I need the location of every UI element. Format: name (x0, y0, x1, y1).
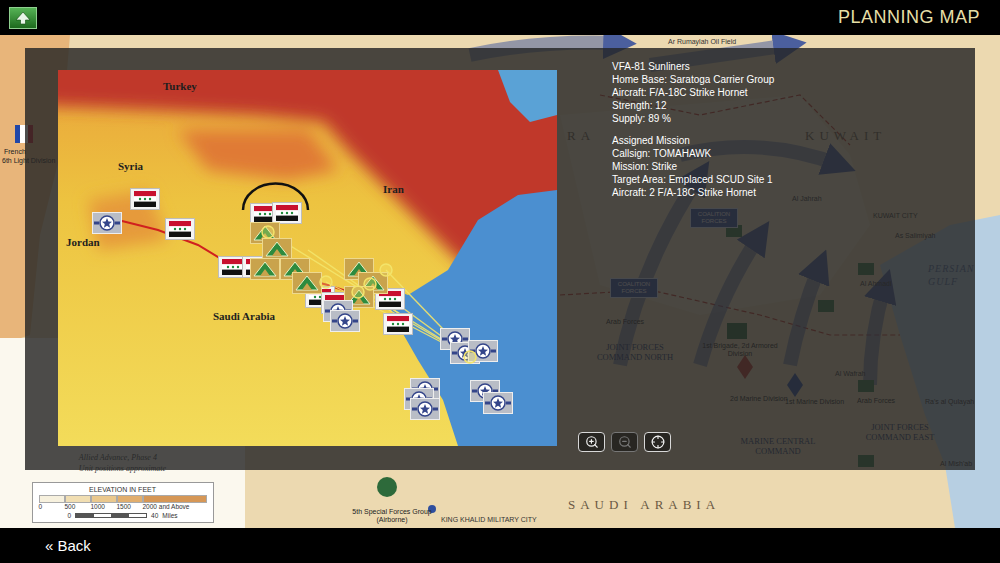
navy-unit-counter[interactable] (330, 310, 360, 332)
elevation-step-label: 0 (39, 503, 65, 510)
navy-unit-counter[interactable] (92, 212, 122, 234)
zoom-out-button[interactable] (611, 432, 638, 452)
elevation-step-label: 500 (65, 503, 91, 510)
mission-info-line: Mission: Strike (612, 160, 975, 173)
scale-tick: 40 (151, 512, 158, 519)
campaign-map[interactable]: French6th Light DivisionAr Rumaylah Oil … (0, 35, 1000, 528)
mission-info: Assigned MissionCallsign: TOMAHAWKMissio… (612, 134, 975, 199)
planning-map-screen: PLANNING MAP French6th Light DivisionAr R… (0, 0, 1000, 563)
unit-info-line: Strength: 12 (612, 99, 975, 112)
country-label: Saudi Arabia (213, 310, 275, 322)
elevation-swatch (91, 495, 117, 503)
target-marker-icon (364, 278, 376, 290)
screen-title: PLANNING MAP (838, 7, 980, 28)
unit-info-line: VFA-81 Sunliners (612, 60, 975, 73)
elevation-swatch (39, 495, 65, 503)
target-marker-icon (380, 264, 392, 276)
up-arrow-icon (15, 11, 31, 25)
zoom-in-icon (585, 435, 599, 449)
planning-panel: Turkey Syria Iran Jordan Saudi Arabia VFA-81 … (25, 48, 975, 470)
home-button[interactable] (9, 7, 37, 29)
zoom-out-icon (618, 435, 632, 449)
map-label-town: KING KHALID MILITARY CITY (441, 516, 537, 523)
elevation-step-label: 1500 (117, 503, 143, 510)
back-button[interactable]: « Back (45, 535, 91, 556)
top-bar: PLANNING MAP (0, 0, 1000, 35)
armor-unit-counter[interactable] (262, 238, 292, 260)
info-side-panel: VFA-81 SunlinersHome Base: Saratoga Carr… (557, 60, 975, 452)
zoom-controls (578, 432, 975, 452)
unit-info-line: Home Base: Saratoga Carrier Group (612, 73, 975, 86)
target-marker-icon (352, 286, 364, 298)
scale-unit: Miles (162, 512, 177, 519)
country-label: Iran (383, 183, 404, 195)
elevation-title: ELEVATION IN FEET (89, 486, 156, 493)
navy-unit-counter[interactable] (410, 398, 440, 420)
bottom-bar: « Back (0, 528, 1000, 563)
navy-unit-counter[interactable] (483, 392, 513, 414)
armor-unit-counter[interactable] (250, 258, 280, 280)
iraqi-unit-counter[interactable] (130, 188, 160, 210)
target-marker-icon (320, 276, 332, 288)
country-label: Jordan (66, 236, 100, 248)
scale-bar (75, 513, 147, 518)
map-label-unit: French (4, 148, 26, 156)
target-markers (58, 70, 557, 446)
elevation-key: ELEVATION IN FEET0500100015002000 and Ab… (32, 482, 214, 523)
country-label: Turkey (163, 80, 197, 92)
iraqi-unit-counter[interactable] (165, 218, 195, 240)
iraqi-unit-counter[interactable] (383, 313, 413, 335)
elevation-step-label: 2000 and Above (143, 503, 207, 510)
unit-info-line: Aircraft: F/A-18C Strike Hornet (612, 86, 975, 99)
zoom-in-button[interactable] (578, 432, 605, 452)
scale-bar-row: 0 40 Miles (67, 512, 177, 519)
map-label-country: SAUDI ARABIA (568, 497, 720, 513)
map-label-town: Ar Rumaylah Oil Field (668, 38, 736, 45)
mission-info-line: Callsign: TOMAHAWK (612, 147, 975, 160)
unit-info-line: Supply: 89 % (612, 112, 975, 125)
target-marker-icon (464, 351, 476, 363)
mission-title: Assigned Mission (612, 134, 975, 147)
elevation-steps: 0500100015002000 and Above (39, 495, 207, 510)
elevation-step-label: 1000 (91, 503, 117, 510)
armor-unit-counter[interactable] (292, 272, 322, 294)
elevation-swatch (143, 495, 207, 503)
scale-tick: 0 (67, 512, 71, 519)
country-label: Syria (118, 160, 143, 172)
crosshair-icon (651, 435, 665, 449)
map-label-unit: 5th Special Forces Group (Airborne) (352, 508, 432, 524)
navy-unit-counter[interactable] (468, 340, 498, 362)
center-button[interactable] (644, 432, 671, 452)
theater-map[interactable]: Turkey Syria Iran Jordan Saudi Arabia (58, 70, 557, 446)
iraqi-unit-counter[interactable] (272, 202, 302, 224)
mission-info-line: Aircraft: 2 F/A-18C Strike Hornet (612, 186, 975, 199)
elevation-swatch (65, 495, 91, 503)
target-marker-icon (262, 226, 274, 238)
mission-info-line: Target Area: Emplaced SCUD Site 1 (612, 173, 975, 186)
elevation-swatch (117, 495, 143, 503)
unit-info: VFA-81 SunlinersHome Base: Saratoga Carr… (578, 60, 975, 199)
